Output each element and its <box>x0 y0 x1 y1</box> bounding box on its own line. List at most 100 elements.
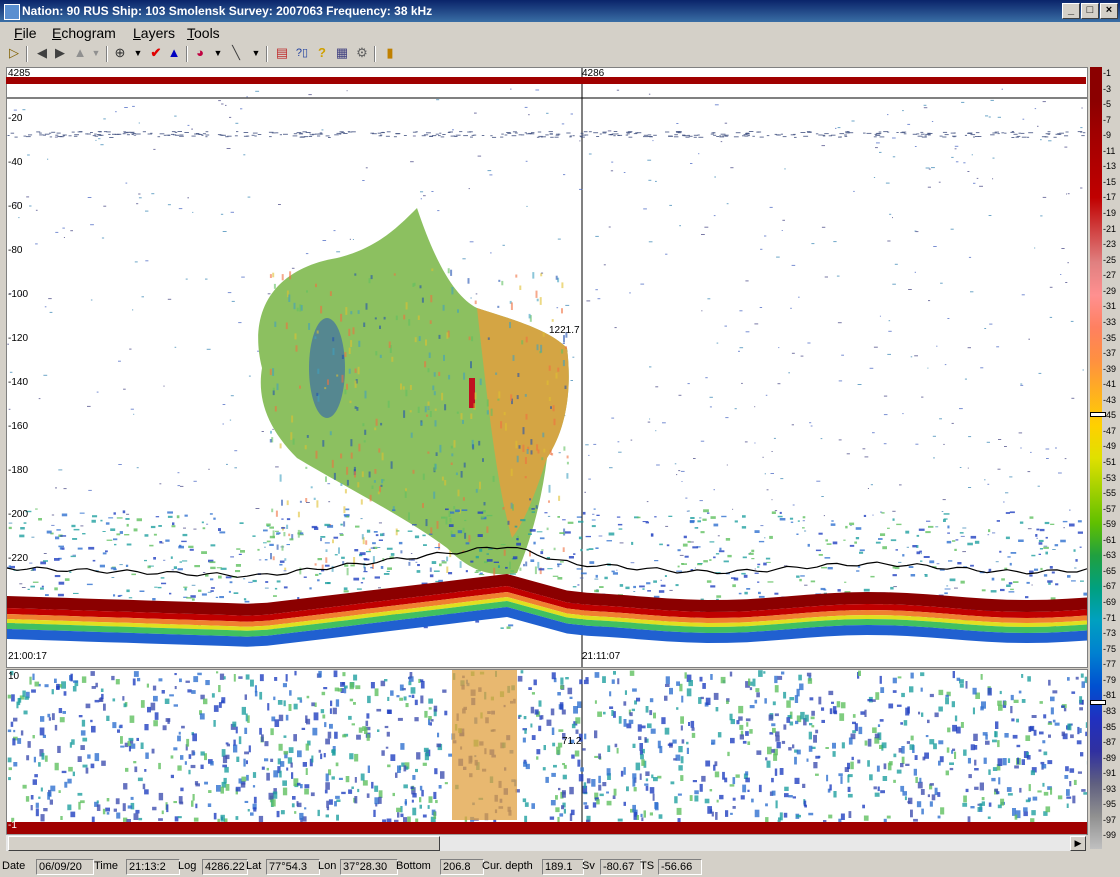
palette-dropdown-icon[interactable]: ▼ <box>210 45 226 61</box>
status-sv-label: Sv <box>582 860 595 872</box>
colour-scale-tick: -95 <box>1103 799 1117 810</box>
colour-scale-tick: -17 <box>1103 192 1117 203</box>
colour-scale-tick: -15 <box>1103 176 1117 187</box>
depth-label: -100 <box>8 289 29 300</box>
colour-scale-tick: -33 <box>1103 316 1117 327</box>
echogram-upper[interactable] <box>6 67 1088 668</box>
minimize-button[interactable]: _ <box>1062 3 1080 19</box>
close-button[interactable]: × <box>1100 3 1118 19</box>
menu-tools[interactable]: Tools <box>187 24 220 42</box>
exit-icon[interactable]: ▮ <box>382 45 398 61</box>
colour-scale-tick: -3 <box>1103 83 1112 94</box>
depth-label: -80 <box>8 245 23 256</box>
dropdown-icon[interactable]: ▼ <box>88 45 104 61</box>
depth-label: -140 <box>8 377 29 388</box>
colour-scale-tick: -47 <box>1103 425 1117 436</box>
north-arrow-icon[interactable]: ▲ <box>166 45 182 61</box>
depth-label: -20 <box>8 113 23 124</box>
scrollbar-thumb[interactable] <box>8 836 440 851</box>
echogram-lower-canvas[interactable] <box>7 670 1087 834</box>
colour-scale-tick: -91 <box>1103 768 1117 779</box>
colour-scale-tick: -25 <box>1103 254 1117 265</box>
threshold-marker-upper[interactable] <box>1090 412 1106 417</box>
status-ts-value: -56.66 <box>658 859 702 875</box>
open-icon[interactable]: ▷ <box>6 45 22 61</box>
bottom-line <box>7 546 1087 578</box>
menu-echogram[interactable]: Echogram <box>52 24 116 42</box>
menu-file[interactable]: File <box>14 24 37 42</box>
colour-scale-tick: -61 <box>1103 534 1117 545</box>
status-cur-depth-value: 189.1 <box>542 859 584 875</box>
colour-scale-tick: -51 <box>1103 457 1117 467</box>
colour-scale-tick: -11 <box>1103 145 1116 156</box>
table-icon[interactable]: ▦ <box>334 45 350 61</box>
colour-scale-tick: -21 <box>1103 223 1117 234</box>
toolbar: ▷ ◀ ▶ ▲ ▼ ⊕ ▼ ✔ ▲ ◕ ▼ ╲ ▼ ▤ ?▯ ? ▦ ⚙ ▮ <box>0 43 1120 65</box>
horizontal-scrollbar[interactable]: ▶ <box>6 834 1086 851</box>
colour-scale-tick: -53 <box>1103 472 1117 483</box>
lower-echo-scatter <box>7 670 1087 828</box>
pencil-dropdown-icon[interactable]: ▼ <box>248 45 264 61</box>
status-date-value: 06/09/20 <box>36 859 94 875</box>
time-label-mid: 21:11:07 <box>582 651 621 662</box>
colour-scale-tick: -71 <box>1103 612 1117 623</box>
maximize-button[interactable]: □ <box>1081 3 1099 19</box>
colour-scale-tick: -77 <box>1103 659 1117 670</box>
status-sv-value: -80.67 <box>600 859 642 875</box>
log-back-icon[interactable]: ◀ <box>34 45 50 61</box>
log-forward-icon[interactable]: ▶ <box>52 45 68 61</box>
zoom-dropdown-icon[interactable]: ▼ <box>130 45 146 61</box>
help-icon[interactable]: ? <box>314 45 330 61</box>
colour-scale-tick: -99 <box>1103 830 1117 841</box>
colour-scale-tick: -9 <box>1103 130 1112 141</box>
status-lon-value: 37°28.30 <box>340 859 398 875</box>
colour-scale-tick: -41 <box>1103 379 1117 390</box>
status-lon-label: Lon <box>318 860 337 872</box>
colour-scale-tick: -69 <box>1103 597 1117 608</box>
threshold-marker-lower[interactable] <box>1090 700 1106 705</box>
time-label-start: 21:00:17 <box>8 651 47 662</box>
pencil-icon[interactable]: ╲ <box>228 45 244 61</box>
status-bottom-value: 206.8 <box>440 859 484 875</box>
colour-scale-tick: -57 <box>1103 503 1117 514</box>
query-icon[interactable]: ?▯ <box>294 45 310 61</box>
scroll-right-button[interactable]: ▶ <box>1070 836 1086 851</box>
title-bar: Nation: 90 RUS Ship: 103 Smolensk Survey… <box>0 0 1120 22</box>
depth-label: -120 <box>8 333 29 344</box>
surface-layer <box>6 77 1086 84</box>
colour-scale-tick: -7 <box>1103 114 1112 125</box>
echogram-upper-canvas[interactable] <box>7 68 1087 667</box>
colour-scale-tick: -85 <box>1103 721 1117 732</box>
menu-layers[interactable]: Layers <box>133 24 175 42</box>
colour-scale-tick: -13 <box>1103 161 1117 172</box>
chart-icon[interactable]: ▤ <box>274 45 290 61</box>
upper-annotation: 1221.7 <box>549 325 580 336</box>
depth-label: -200 <box>8 509 29 520</box>
zoom-icon[interactable]: ⊕ <box>112 45 128 61</box>
colour-scale-tick: -49 <box>1103 441 1117 452</box>
colour-scale-tick: -19 <box>1103 208 1117 219</box>
colour-scale-tick: -55 <box>1103 488 1117 499</box>
colour-scale-tick: -37 <box>1103 348 1117 359</box>
colour-scale-tick: -35 <box>1103 332 1117 343</box>
lock-icon[interactable]: ▲ <box>72 45 88 61</box>
colour-scale-tick: -83 <box>1103 705 1117 716</box>
status-ts-label: TS <box>640 860 655 872</box>
seabed-echo <box>7 546 1087 647</box>
status-log-label: Log <box>178 860 197 872</box>
palette-icon[interactable]: ◕ <box>192 45 208 61</box>
colour-scale-tick: -43 <box>1103 394 1117 405</box>
settings-icon[interactable]: ⚙ <box>354 45 370 61</box>
colour-scale <box>1090 67 1102 849</box>
colour-scale-tick: -27 <box>1103 270 1117 281</box>
lower-bottom-label: -1 <box>8 820 17 831</box>
status-time-label: Time <box>94 860 119 872</box>
check-icon[interactable]: ✔ <box>148 45 164 61</box>
colour-scale-tick: -79 <box>1103 674 1117 685</box>
app-icon[interactable] <box>4 4 20 20</box>
depth-label: -160 <box>8 421 29 432</box>
colour-scale-tick: -1 <box>1103 68 1112 78</box>
status-time-value: 21:13:2 <box>126 859 180 875</box>
status-lat-value: 77°54.3 <box>266 859 320 875</box>
echogram-lower[interactable] <box>6 669 1088 835</box>
